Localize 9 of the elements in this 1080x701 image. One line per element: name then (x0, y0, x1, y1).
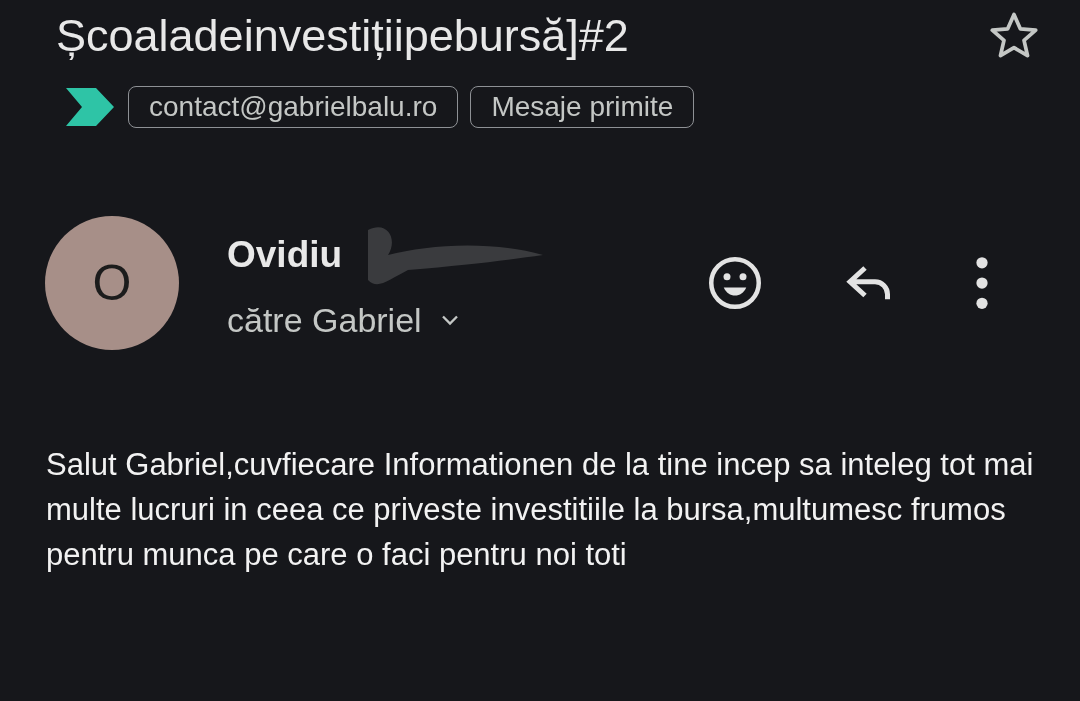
email-subject: Școaladeinvestițiipebursă]#2 (56, 10, 629, 62)
label-chip[interactable]: Mesaje primite (470, 86, 695, 128)
recipient-text: către Gabriel (227, 300, 422, 340)
more-options-icon[interactable] (975, 256, 989, 310)
sender-avatar: O (45, 216, 179, 350)
label-chip[interactable]: contact@gabrielbalu.ro (128, 86, 459, 128)
importance-marker-icon (66, 88, 114, 126)
sender-name: Ovidiu (227, 233, 343, 276)
message-body: Salut Gabriel,cuvfiecare Informationen de la tine incep sa inteleg tot mai multe lucruri in ceea ce priveste investitiile la bursa,multumesc frumos pentru munca pe care o faci pentru noi toti (46, 446, 1035, 574)
